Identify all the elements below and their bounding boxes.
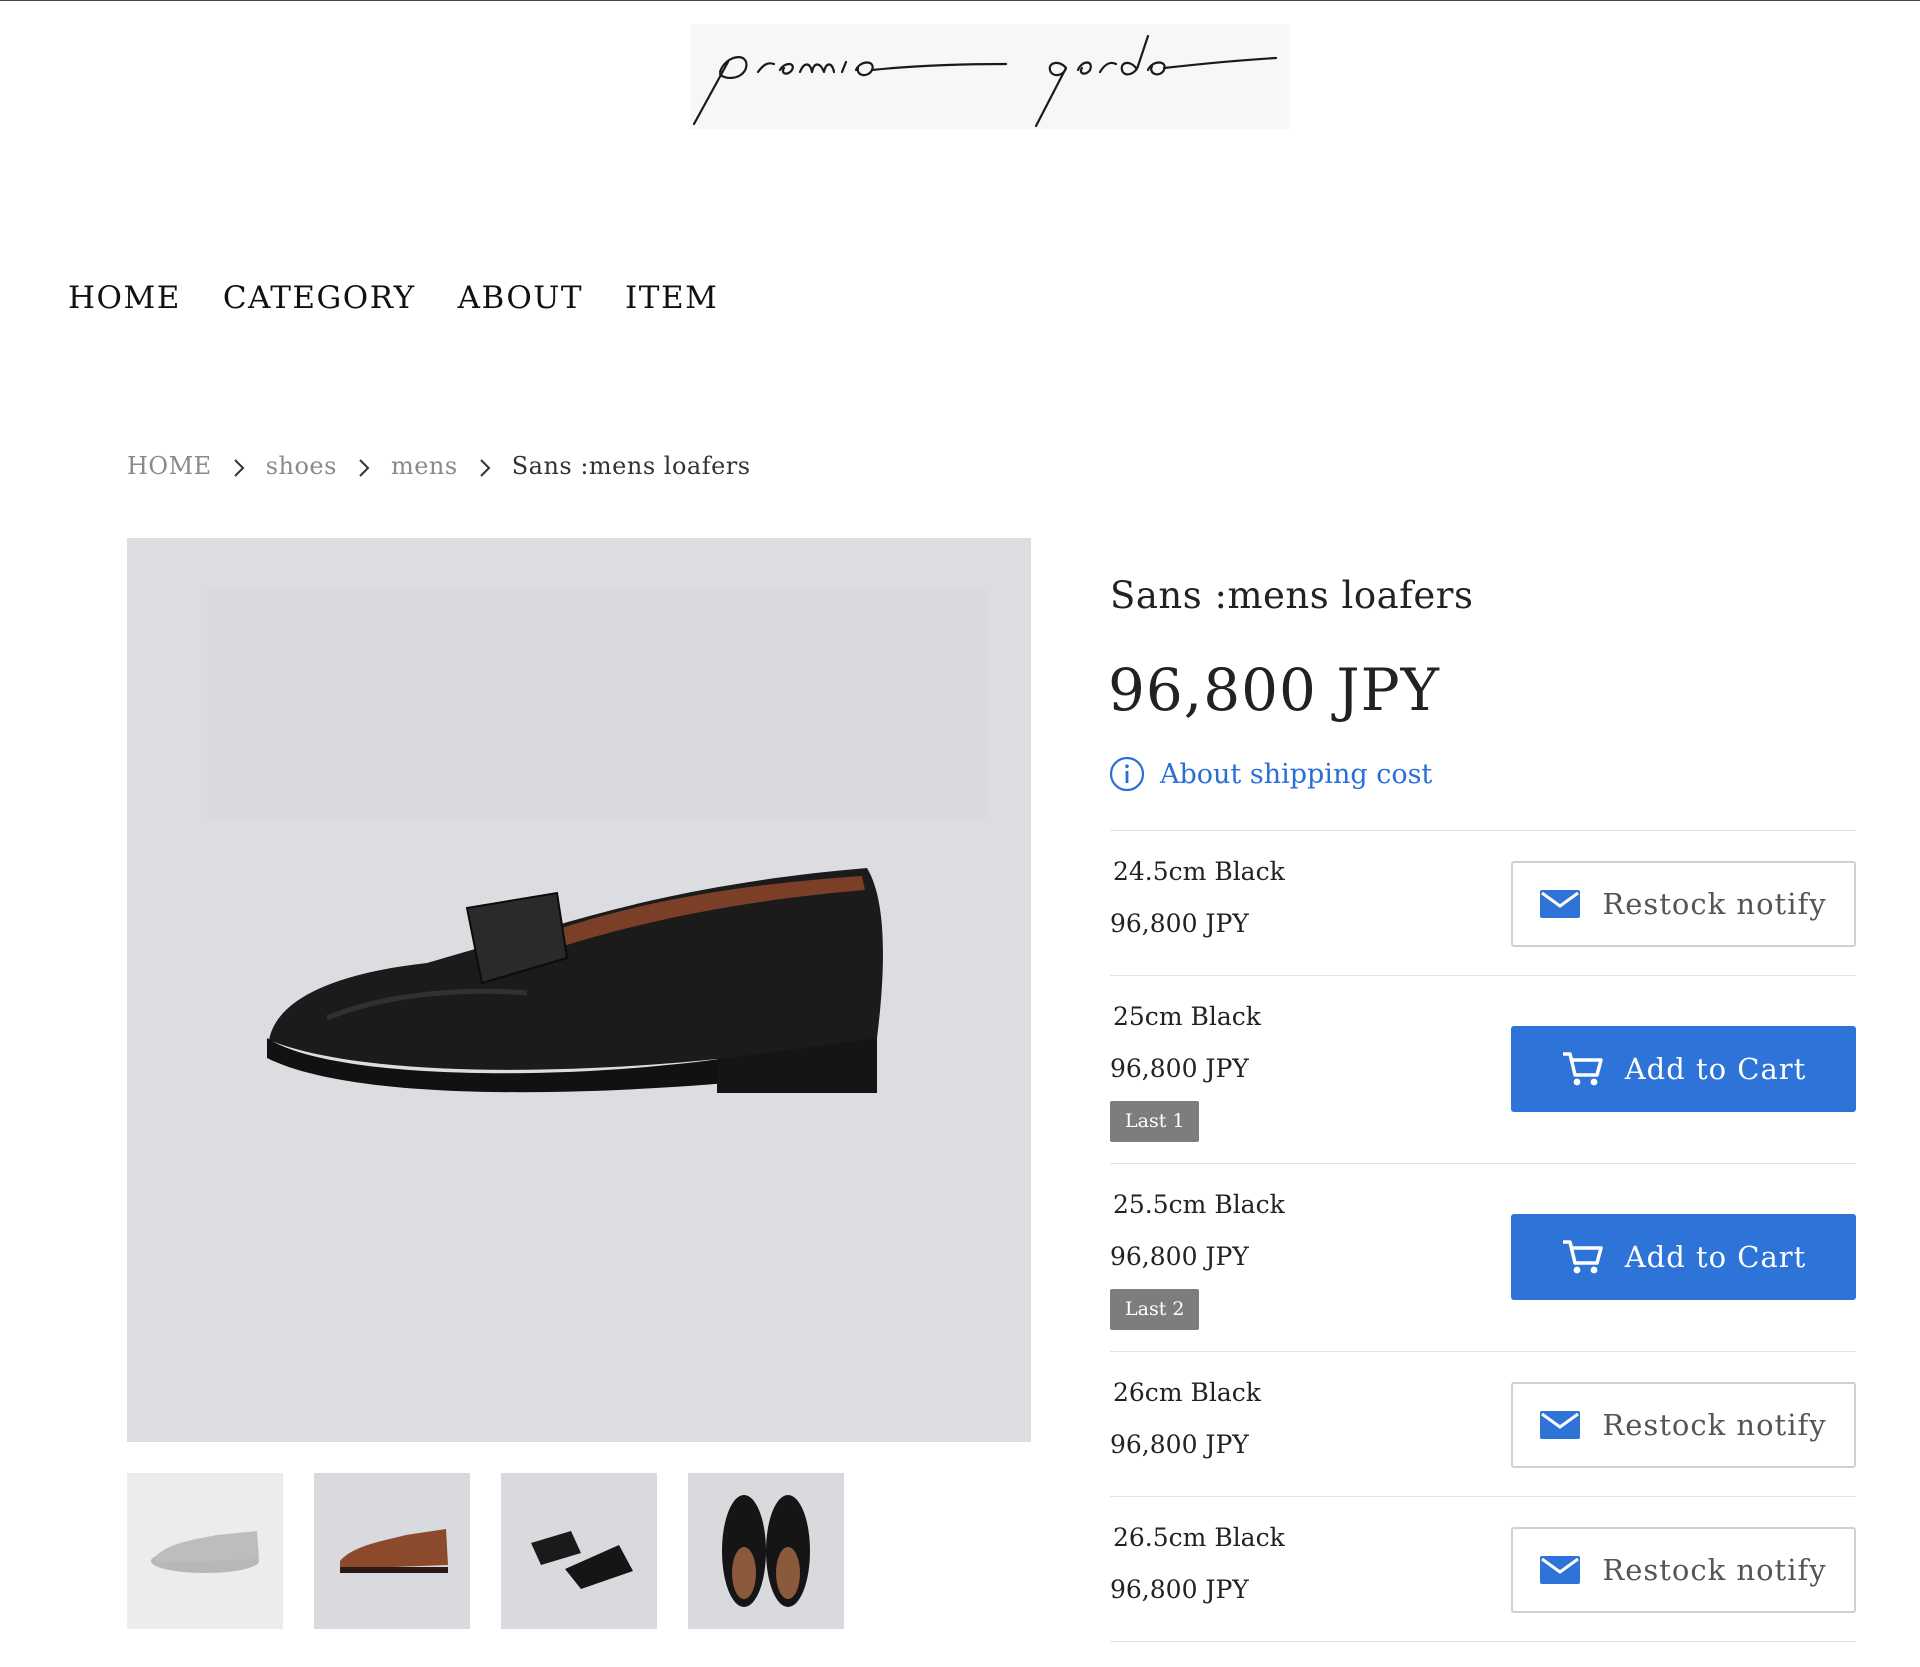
variant-price: 96,800 JPY <box>1110 1054 1249 1083</box>
chevron-right-icon <box>458 452 512 480</box>
top-border <box>0 0 1920 1</box>
shipping-cost-link[interactable]: About shipping cost <box>1109 756 1432 792</box>
thumbnail-2[interactable] <box>314 1473 470 1629</box>
nav-category[interactable]: CATEGORY <box>223 280 416 316</box>
variant-price: 96,800 JPY <box>1110 909 1249 938</box>
variant-row: 26.5cm Black 96,800 JPY Restock notify <box>1110 1497 1856 1642</box>
product-title: Sans :mens loafers <box>1110 574 1474 617</box>
nav-about[interactable]: ABOUT <box>458 280 583 316</box>
nav-item[interactable]: ITEM <box>625 280 718 316</box>
mail-icon <box>1540 890 1581 918</box>
breadcrumb-home[interactable]: HOME <box>127 452 212 480</box>
stock-badge: Last 1 <box>1110 1101 1200 1142</box>
logo-script <box>690 24 1290 129</box>
variant-name: 24.5cm Black <box>1113 857 1285 886</box>
variant-name: 25cm Black <box>1113 1002 1261 1031</box>
variant-row: 25.5cm Black 96,800 JPY Last 2 Add to Ca… <box>1110 1164 1856 1352</box>
variant-row: 24.5cm Black 96,800 JPY Restock notify <box>1110 831 1856 976</box>
button-label: Restock notify <box>1602 1408 1827 1442</box>
restock-notify-button[interactable]: Restock notify <box>1511 1382 1856 1468</box>
variant-name: 26cm Black <box>1113 1378 1261 1407</box>
variant-list: 24.5cm Black 96,800 JPY Restock notify 2… <box>1110 830 1856 1642</box>
cart-icon <box>1561 1239 1603 1275</box>
button-label: Restock notify <box>1602 887 1827 921</box>
button-label: Restock notify <box>1602 1553 1827 1587</box>
variant-row: 25cm Black 96,800 JPY Last 1 Add to Cart <box>1110 976 1856 1164</box>
button-label: Add to Cart <box>1624 1240 1807 1274</box>
product-price: 96,800 JPY <box>1108 656 1440 724</box>
variant-price: 96,800 JPY <box>1110 1430 1249 1459</box>
variant-price: 96,800 JPY <box>1110 1575 1249 1604</box>
nav-home[interactable]: HOME <box>68 280 181 316</box>
breadcrumb-mens[interactable]: mens <box>391 452 458 480</box>
restock-notify-button[interactable]: Restock notify <box>1511 1527 1856 1613</box>
thumbnail-3[interactable] <box>501 1473 657 1629</box>
add-to-cart-button[interactable]: Add to Cart <box>1511 1026 1856 1112</box>
mail-icon <box>1540 1411 1581 1439</box>
variant-price: 96,800 JPY <box>1110 1242 1249 1271</box>
info-icon <box>1109 756 1145 792</box>
variant-row: 26cm Black 96,800 JPY Restock notify <box>1110 1352 1856 1497</box>
breadcrumb: HOME shoes mens Sans :mens loafers <box>127 452 751 480</box>
breadcrumb-current: Sans :mens loafers <box>511 452 751 480</box>
restock-notify-button[interactable]: Restock notify <box>1511 861 1856 947</box>
thumbnail-strip <box>127 1473 844 1629</box>
variant-name: 26.5cm Black <box>1113 1523 1285 1552</box>
chevron-right-icon <box>337 452 391 480</box>
brand-logo[interactable] <box>680 14 1300 134</box>
add-to-cart-button[interactable]: Add to Cart <box>1511 1214 1856 1300</box>
stock-badge: Last 2 <box>1110 1289 1200 1330</box>
thumbnail-1[interactable] <box>127 1473 283 1629</box>
button-label: Add to Cart <box>1624 1052 1807 1086</box>
shipping-cost-label: About shipping cost <box>1160 758 1433 790</box>
main-nav: HOME CATEGORY ABOUT ITEM <box>68 280 718 316</box>
chevron-right-icon <box>212 452 266 480</box>
mail-icon <box>1540 1556 1581 1584</box>
variant-name: 25.5cm Black <box>1113 1190 1285 1219</box>
breadcrumb-shoes[interactable]: shoes <box>266 452 337 480</box>
cart-icon <box>1561 1051 1603 1087</box>
thumbnail-4[interactable] <box>688 1473 844 1629</box>
loafer-illustration <box>127 538 1031 1442</box>
product-main-image[interactable] <box>127 538 1031 1442</box>
